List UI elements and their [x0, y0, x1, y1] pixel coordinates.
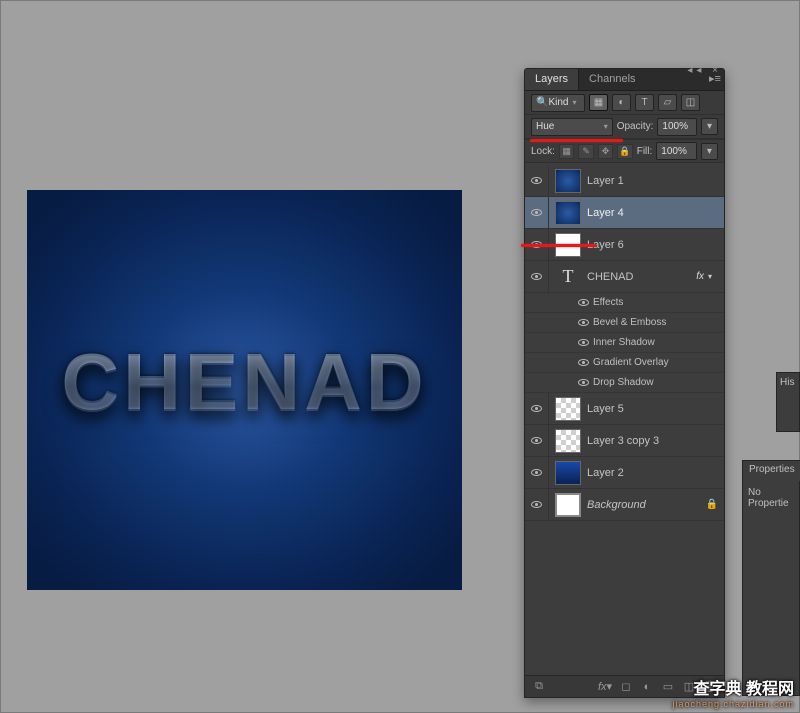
lock-all-icon[interactable]: 🔒: [617, 144, 632, 159]
properties-tab[interactable]: Properties: [743, 461, 800, 481]
visibility-toggle[interactable]: [525, 261, 549, 292]
properties-panel: Properties No Propertie: [742, 460, 800, 696]
layer-row[interactable]: Layer 3 copy 3: [525, 425, 724, 457]
opacity-slider-icon[interactable]: ▾: [701, 118, 718, 135]
layer-name[interactable]: Layer 5: [587, 403, 724, 415]
layer-fx-icon[interactable]: fx▾: [597, 680, 613, 694]
layer-name[interactable]: Layer 1: [587, 175, 724, 187]
visibility-toggle[interactable]: [525, 393, 549, 424]
canvas-text: CHENAD: [61, 336, 427, 428]
layer-name[interactable]: Background: [587, 499, 706, 511]
layer-thumbnail[interactable]: [555, 201, 581, 225]
filter-smart-icon[interactable]: ◫: [681, 94, 700, 111]
fill-label: Fill:: [637, 146, 653, 157]
visibility-toggle[interactable]: [525, 165, 549, 196]
layer-effects-header[interactable]: Effects: [525, 293, 724, 313]
layer-row[interactable]: Layer 4: [525, 197, 724, 229]
layer-row[interactable]: Background🔒: [525, 489, 724, 521]
layer-thumbnail[interactable]: [555, 397, 581, 421]
layers-list: Layer 1 Layer 4 Layer 6 T CHENADfx ▾ EffectsBe…: [525, 165, 724, 675]
layer-name[interactable]: Layer 2: [587, 467, 724, 479]
lock-position-icon[interactable]: ✥: [598, 144, 613, 159]
layer-row[interactable]: Layer 5: [525, 393, 724, 425]
opacity-input[interactable]: 100%: [657, 118, 697, 136]
fill-input[interactable]: 100%: [656, 142, 696, 160]
document-canvas[interactable]: CHENAD: [27, 190, 462, 590]
annotation-line: [530, 139, 623, 142]
link-layers-icon[interactable]: ⧉: [531, 680, 547, 694]
lock-label: Lock:: [531, 146, 555, 157]
filter-type-icon[interactable]: T: [635, 94, 654, 111]
layer-thumbnail[interactable]: [555, 169, 581, 193]
layer-fx-badge[interactable]: fx: [696, 271, 704, 282]
history-tab[interactable]: His: [780, 377, 796, 388]
opacity-label: Opacity:: [617, 121, 654, 132]
properties-body: No Propertie: [743, 481, 799, 515]
blend-mode-select[interactable]: Hue▾: [531, 118, 613, 136]
visibility-toggle[interactable]: [525, 197, 549, 228]
adjustment-layer-icon[interactable]: ◐: [639, 680, 655, 694]
history-panel[interactable]: His: [776, 372, 800, 432]
panel-collapse-icon[interactable]: ◂◂ ×: [687, 65, 722, 76]
layer-name[interactable]: Layer 4: [587, 207, 724, 219]
lock-pixels-icon[interactable]: ✎: [578, 144, 593, 159]
layers-panel: ◂◂ × Layers Channels ▸≡ 🔍Kind▾ ▦ ◐ T ▱ ◫…: [524, 68, 725, 698]
tab-layers[interactable]: Layers: [525, 69, 579, 90]
filter-pixel-icon[interactable]: ▦: [589, 94, 608, 111]
layer-row[interactable]: Layer 2: [525, 457, 724, 489]
layer-effect-item[interactable]: Drop Shadow: [525, 373, 724, 393]
layer-effect-item[interactable]: Bevel & Emboss: [525, 313, 724, 333]
annotation-line: [521, 244, 596, 247]
layer-row[interactable]: T CHENADfx ▾: [525, 261, 724, 293]
layer-thumbnail[interactable]: [555, 493, 581, 517]
layer-thumbnail[interactable]: [555, 461, 581, 485]
layer-row[interactable]: Layer 1: [525, 165, 724, 197]
visibility-toggle[interactable]: [525, 489, 549, 520]
chevron-down-icon[interactable]: ▾: [708, 272, 720, 281]
tab-channels[interactable]: Channels: [579, 69, 645, 90]
fill-slider-icon[interactable]: ▾: [701, 143, 718, 160]
filter-adjustment-icon[interactable]: ◐: [612, 94, 631, 111]
layer-name[interactable]: Layer 3 copy 3: [587, 435, 724, 447]
watermark: 查字典 教程网 jiaocheng.chazidian.com: [672, 675, 794, 709]
visibility-toggle[interactable]: [525, 425, 549, 456]
filter-shape-icon[interactable]: ▱: [658, 94, 677, 111]
lock-transparent-icon[interactable]: ▦: [559, 144, 574, 159]
lock-icon: 🔒: [706, 499, 718, 510]
layer-thumbnail[interactable]: [555, 429, 581, 453]
layer-name[interactable]: Layer 6: [587, 239, 724, 251]
visibility-toggle[interactable]: [525, 457, 549, 488]
layer-mask-icon[interactable]: ◻: [618, 680, 634, 694]
layer-name[interactable]: CHENAD: [587, 271, 696, 283]
layer-thumbnail[interactable]: T: [555, 265, 581, 289]
layer-effect-item[interactable]: Inner Shadow: [525, 333, 724, 353]
layer-filter-kind[interactable]: 🔍Kind▾: [531, 94, 585, 112]
layer-effect-item[interactable]: Gradient Overlay: [525, 353, 724, 373]
